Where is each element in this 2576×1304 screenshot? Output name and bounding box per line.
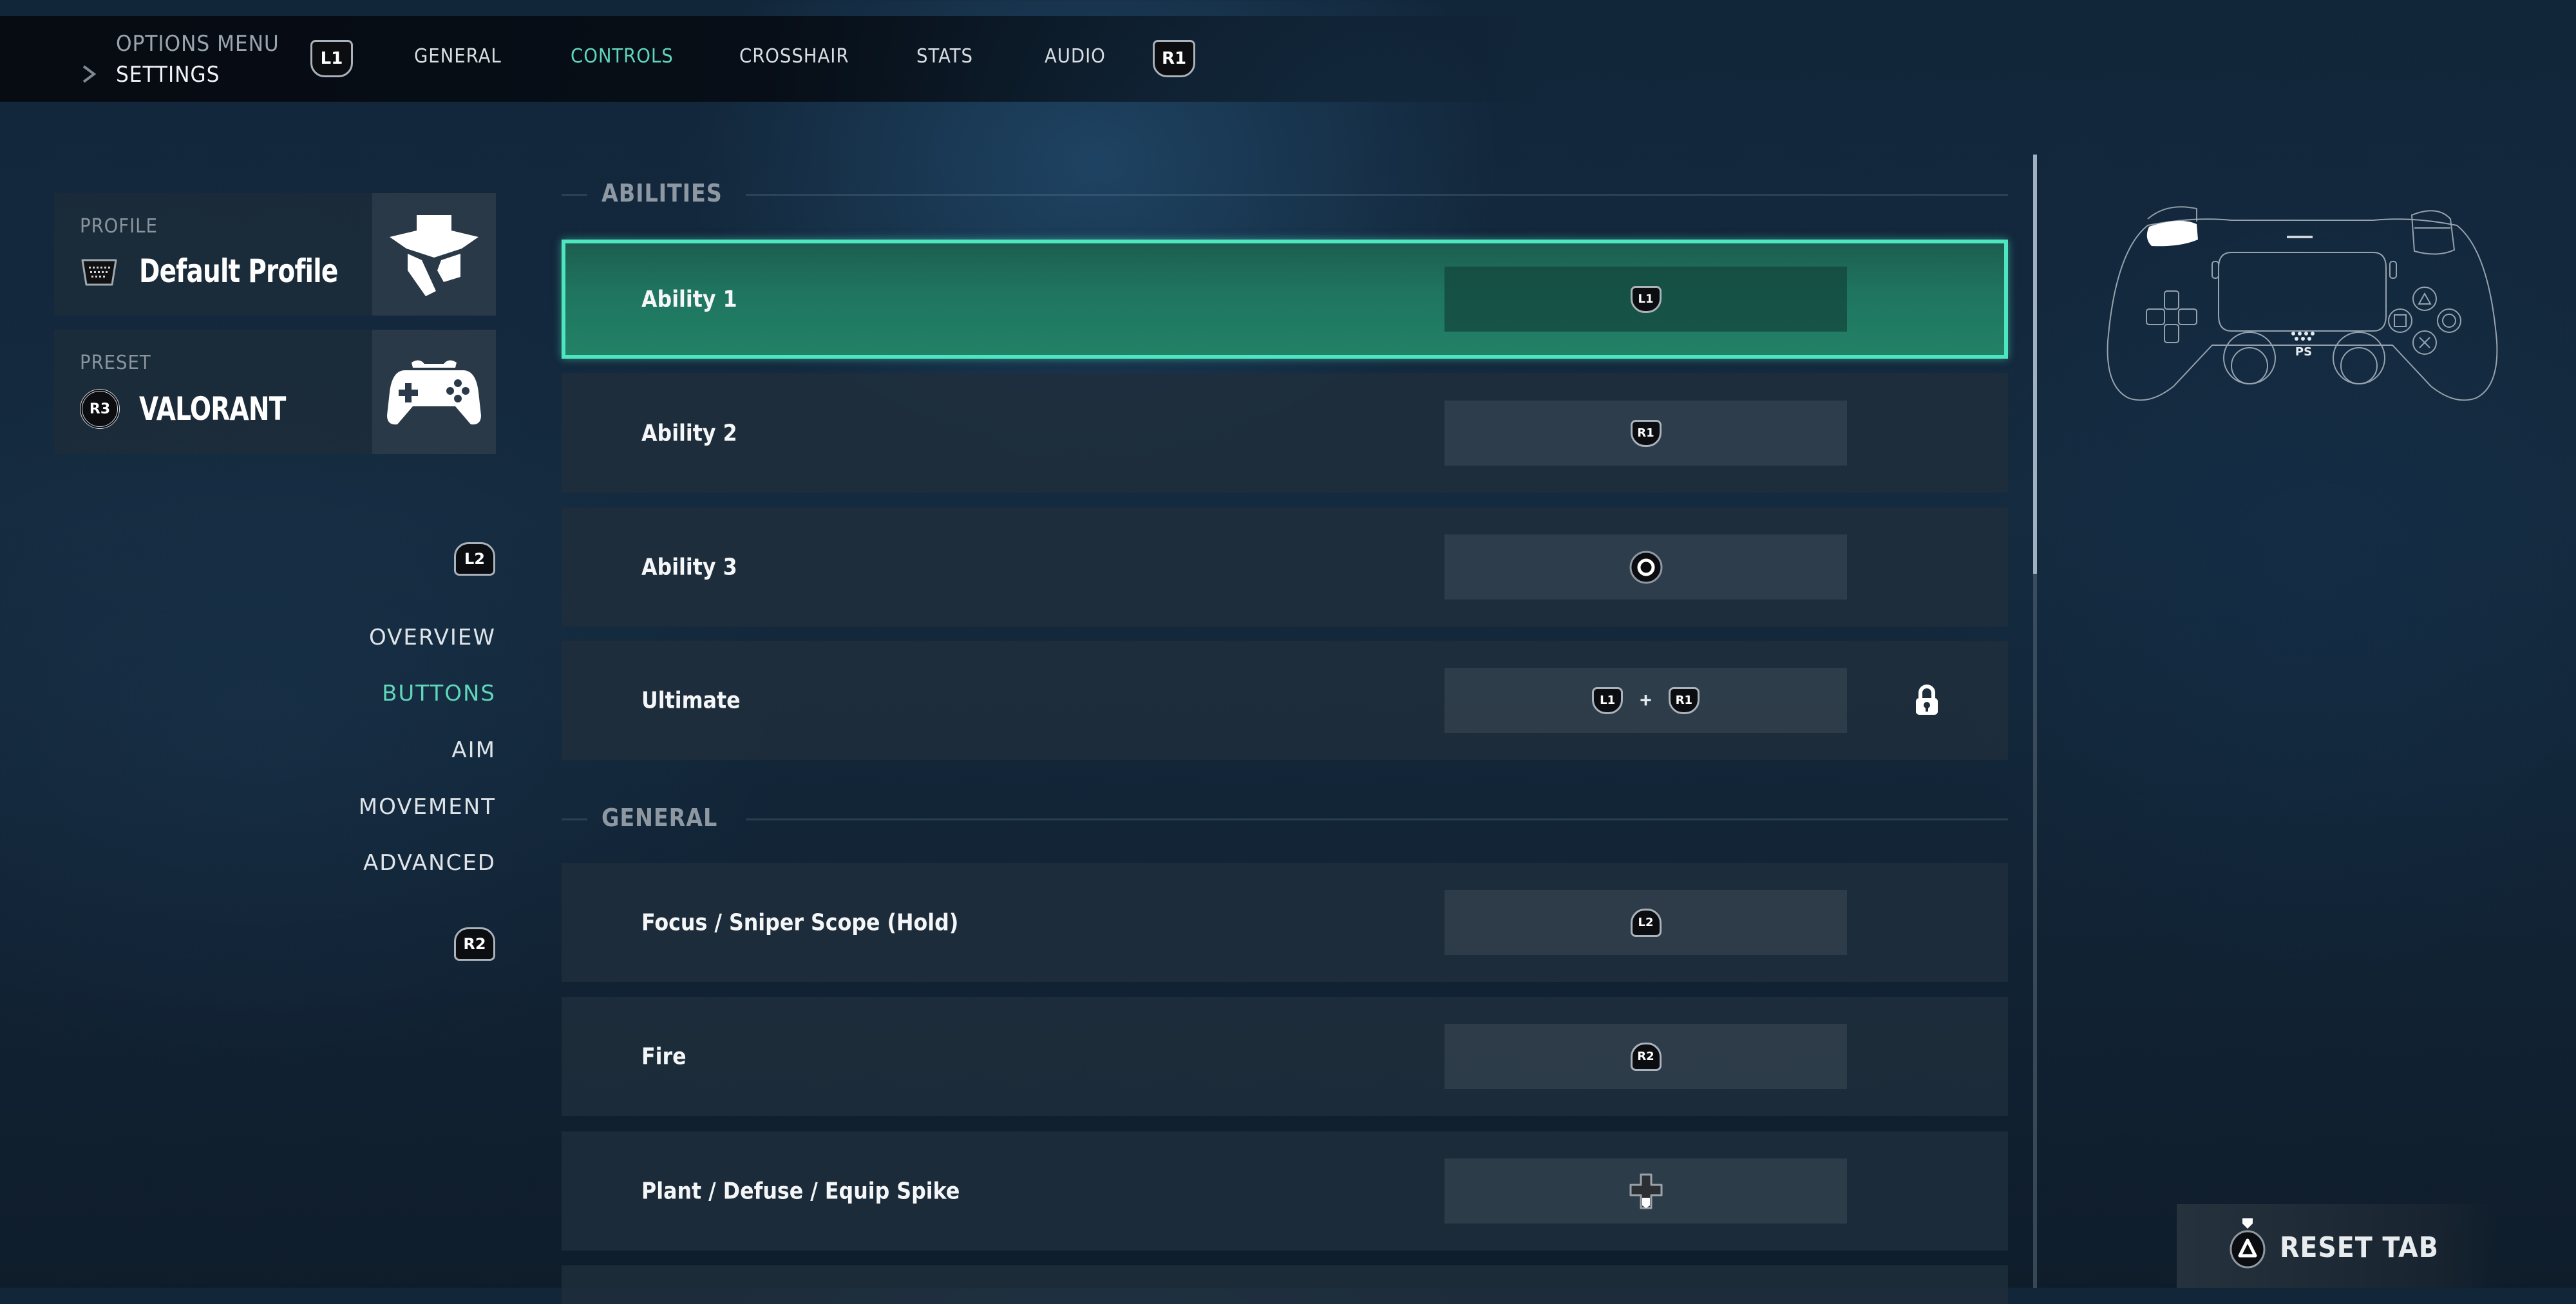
tab-crosshair[interactable]: CROSSHAIR [739, 45, 849, 68]
row-label: Plant / Defuse / Equip Spike [641, 1178, 960, 1204]
sidebar-item-buttons[interactable]: BUTTONS [382, 681, 496, 706]
profile-value: Default Profile [139, 252, 338, 290]
r2-button-icon: R2 [1630, 1042, 1662, 1071]
tab-audio[interactable]: AUDIO [1045, 45, 1106, 68]
binding-row-focus-sniper-scope[interactable]: Focus / Sniper Scope (Hold) L2 [562, 863, 2008, 982]
section-divider [562, 818, 587, 820]
tab-controls[interactable]: CONTROLS [571, 45, 674, 68]
l1-button-icon: L1 [1630, 285, 1662, 313]
keyboard-icon [81, 259, 117, 286]
sidebar-item-aim[interactable]: AIM [451, 737, 496, 763]
lock-icon [1916, 685, 1938, 715]
scrollbar[interactable] [2033, 155, 2037, 1288]
reset-tab-label: RESET TAB [2280, 1231, 2439, 1264]
binding-slot[interactable] [1444, 1158, 1847, 1224]
binding-row-ability-1[interactable]: Ability 1 L1 [562, 240, 2008, 359]
tab-general[interactable]: GENERAL [414, 45, 502, 68]
sidebar-item-movement[interactable]: MOVEMENT [359, 794, 496, 820]
row-label: Focus / Sniper Scope (Hold) [641, 909, 959, 936]
binding-slot[interactable]: R2 [1444, 1024, 1847, 1089]
speaker-dots [2291, 332, 2315, 341]
prev-tab-l1-button[interactable]: L1 [310, 40, 353, 77]
binding-slot[interactable] [1444, 534, 1847, 600]
row-label: Fire [641, 1043, 687, 1070]
controller-diagram: PS [2107, 206, 2498, 401]
r3-button-icon[interactable]: R3 [80, 389, 120, 429]
section-divider [562, 194, 587, 196]
section-title-abilities: ABILITIES [601, 179, 723, 207]
gamepad-icon [387, 359, 481, 424]
profile-card[interactable]: PROFILE Default Profile [54, 193, 496, 316]
binding-row-ultimate[interactable]: Ultimate L1 + R1 [562, 641, 2008, 760]
r1-button-icon: R1 [1668, 686, 1700, 714]
breadcrumb-parent[interactable]: OPTIONS MENU [116, 31, 279, 57]
binding-slot[interactable]: L1 [1444, 267, 1847, 332]
breadcrumb-current: SETTINGS [116, 62, 220, 88]
binding-row-ability-3[interactable]: Ability 3 [562, 507, 2008, 627]
section-title-general: GENERAL [601, 804, 718, 832]
triangle-button-icon [2230, 1218, 2266, 1269]
binding-row-partial[interactable] [562, 1265, 2008, 1304]
binding-row-fire[interactable]: Fire R2 [562, 997, 2008, 1116]
preset-icon-tile [372, 330, 496, 454]
dpad-down-icon [1629, 1173, 1662, 1209]
binding-row-plant-defuse-spike[interactable]: Plant / Defuse / Equip Spike [562, 1131, 2008, 1251]
r1-button-icon: R1 [1630, 419, 1662, 447]
agent-hat-icon [390, 215, 478, 296]
binding-row-ability-2[interactable]: Ability 2 R1 [562, 373, 2008, 493]
tab-stats[interactable]: STATS [916, 45, 973, 68]
prev-section-l2-button[interactable]: L2 [454, 542, 495, 576]
binding-slot[interactable]: L1 + R1 [1444, 668, 1847, 733]
scrollbar-thumb[interactable] [2033, 155, 2037, 574]
sidebar-item-overview[interactable]: OVERVIEW [369, 625, 496, 650]
row-label: Ability 1 [641, 286, 737, 312]
binding-slot[interactable]: L2 [1444, 890, 1847, 955]
circle-button-icon [1629, 551, 1662, 583]
next-tab-r1-button[interactable]: R1 [1153, 40, 1195, 77]
row-label: Ultimate [641, 687, 741, 713]
next-section-r2-button[interactable]: R2 [454, 927, 495, 961]
playstation-logo-icon: PS [2295, 345, 2312, 359]
section-divider [746, 194, 2008, 196]
preset-label: PRESET [80, 352, 151, 374]
l2-button-icon: L2 [1630, 908, 1662, 937]
preset-value: VALORANT [139, 390, 286, 428]
preset-card[interactable]: PRESET R3 VALORANT [54, 330, 496, 454]
sidebar-item-advanced[interactable]: ADVANCED [363, 850, 496, 876]
breadcrumb-arrow-icon [82, 65, 97, 83]
combo-plus: + [1640, 688, 1652, 712]
row-label: Ability 3 [641, 554, 737, 580]
reset-tab-button[interactable]: RESET TAB [2177, 1204, 2499, 1288]
l1-button-icon: L1 [1592, 686, 1624, 714]
profile-label: PROFILE [80, 215, 158, 238]
profile-icon-tile [372, 193, 496, 316]
binding-slot[interactable]: R1 [1444, 401, 1847, 466]
section-divider [746, 818, 2008, 820]
row-label: Ability 2 [641, 420, 737, 446]
